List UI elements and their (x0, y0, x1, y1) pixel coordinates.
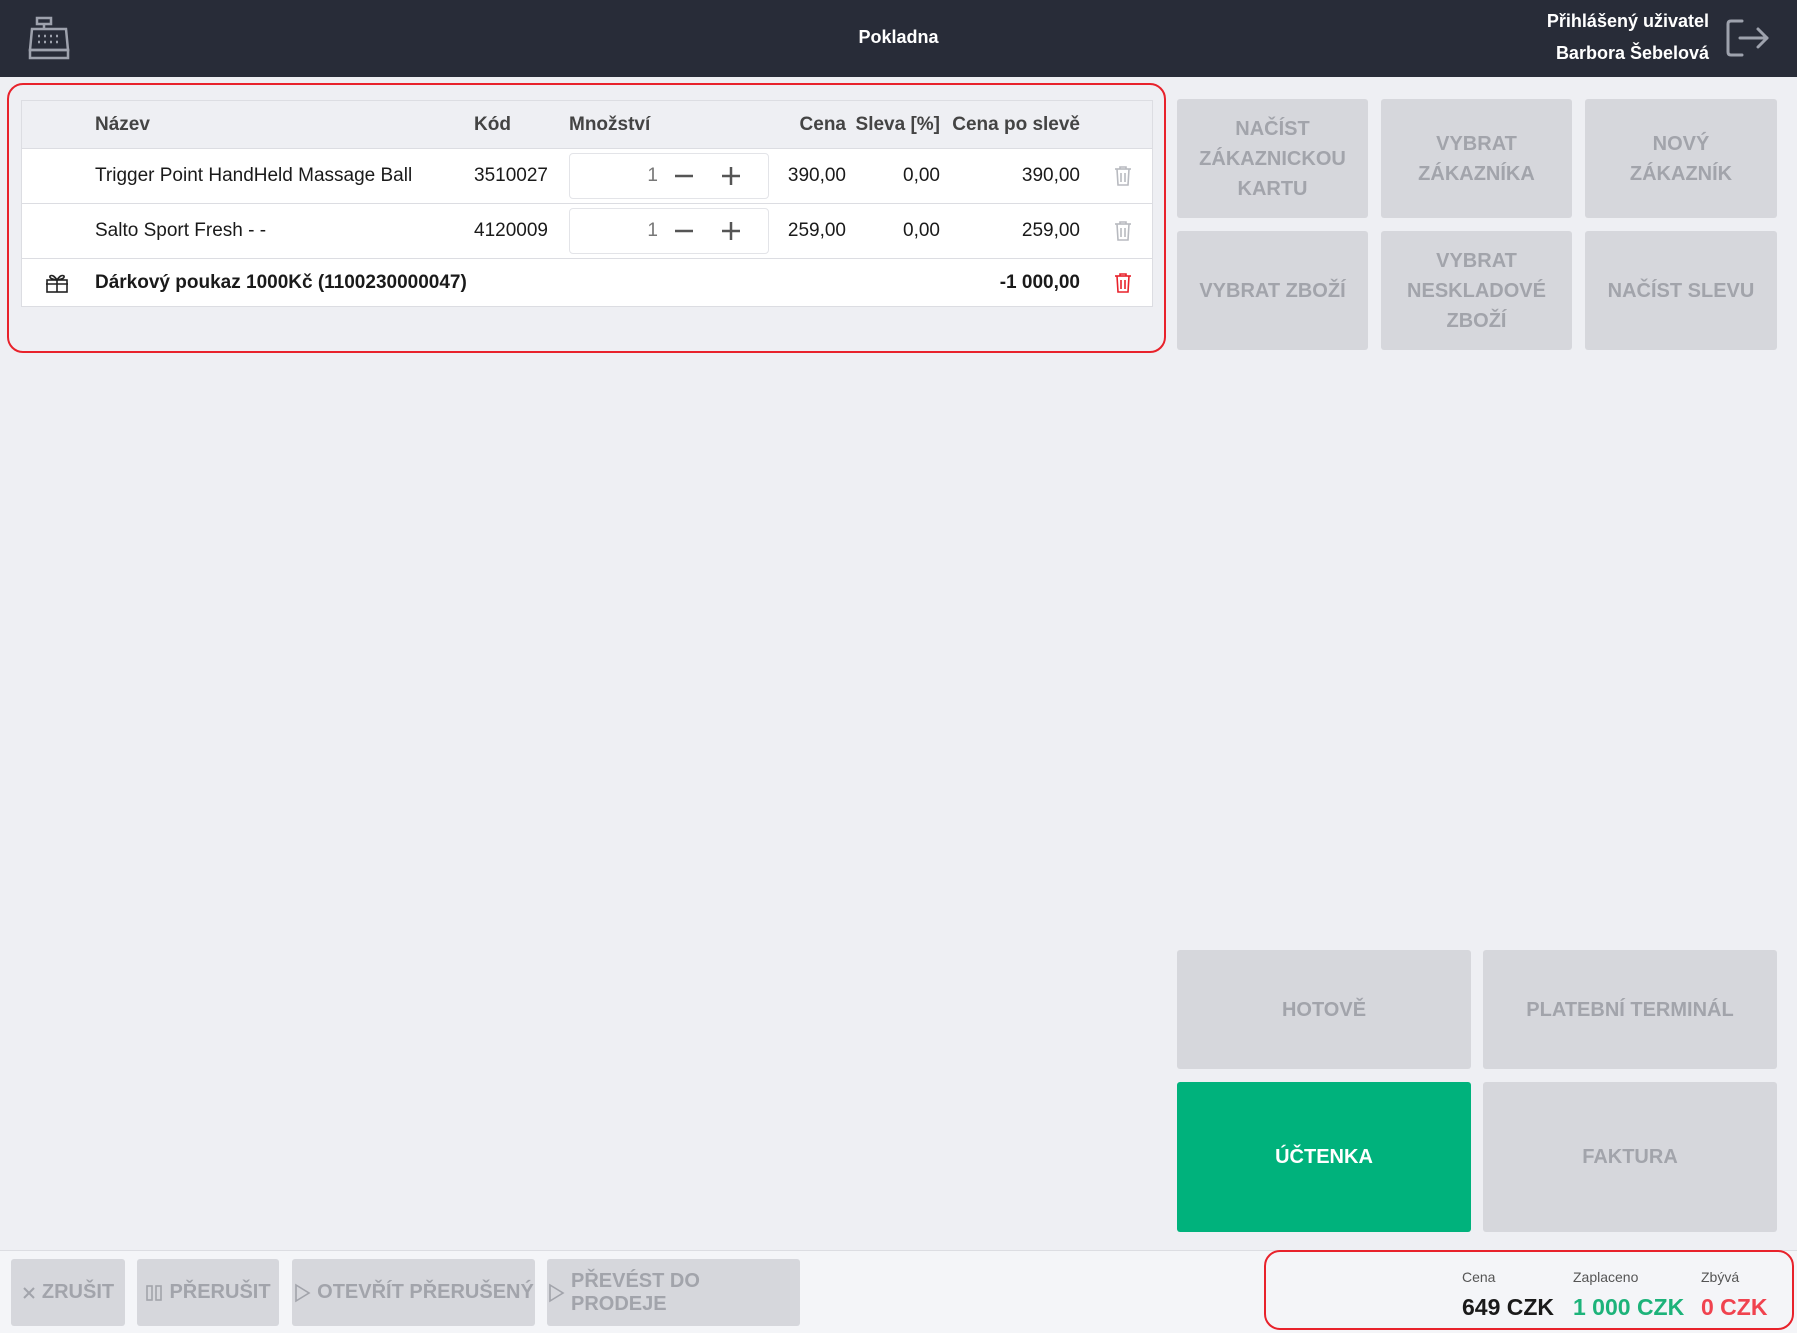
open-paused-label: OTEVŘÍT PŘERUŠENÝ (317, 1281, 534, 1303)
item-name: Trigger Point HandHeld Massage Ball (95, 165, 413, 186)
user-name: Barbora Šebelová (1555, 43, 1709, 63)
play-icon (295, 1283, 311, 1302)
remaining-value: 0 CZK (1701, 1294, 1768, 1320)
item-name: Salto Sport Fresh - - (95, 220, 267, 241)
voucher-name: Dárkový poukaz 1000Kč (1100230000047) (95, 271, 467, 293)
trash-icon (1115, 272, 1131, 293)
quantity-input[interactable]: 1 (570, 154, 658, 198)
price-label: Cena (1462, 1269, 1496, 1285)
delete-voucher-button[interactable] (1111, 259, 1135, 306)
new-customer-button[interactable]: Nový zákazník (1585, 99, 1777, 218)
item-price: 259,00 (787, 220, 846, 241)
price-value: 649 CZK (1462, 1294, 1555, 1320)
choose-goods-button[interactable]: Vybrat zboží (1177, 231, 1368, 350)
quantity-stepper: 1 (569, 208, 769, 254)
item-price-after: 390,00 (1021, 165, 1080, 186)
plus-icon[interactable] (719, 164, 743, 188)
invoice-button[interactable]: FAKTURA (1483, 1082, 1777, 1232)
item-price-after: 259,00 (1021, 220, 1080, 241)
cart-highlight: Název Kód Množství Cena Sleva [%] Cena p… (7, 83, 1166, 353)
choose-nonstock-goods-button[interactable]: Vybrat neskladové zboží (1381, 231, 1572, 350)
app-header: Pokladna Přihlášený uživatel Barbora Šeb… (0, 0, 1797, 77)
cancel-button[interactable]: ZRUŠIT (11, 1259, 125, 1326)
trash-icon (1115, 166, 1131, 186)
table-row: Salto Sport Fresh - - 4120009 1 259,00 0… (22, 204, 1152, 259)
voucher-row: Dárkový poukaz 1000Kč (1100230000047) -1… (22, 259, 1152, 306)
paid-label: Zaplaceno (1573, 1269, 1639, 1285)
minus-icon[interactable] (672, 164, 696, 188)
choose-customer-button[interactable]: Vybrat zákazníka (1381, 99, 1572, 218)
open-paused-button[interactable]: OTEVŘÍT PŘERUŠENÝ (292, 1259, 535, 1326)
voucher-amount: -1 000,00 (999, 271, 1080, 293)
minus-icon[interactable] (672, 219, 696, 243)
cart-table: Název Kód Množství Cena Sleva [%] Cena p… (21, 100, 1153, 307)
payment-terminal-button[interactable]: PLATEBNÍ TERMINÁL (1483, 950, 1777, 1069)
receipt-button[interactable]: ÚČTENKA (1177, 1082, 1471, 1232)
quantity-input[interactable]: 1 (570, 209, 658, 253)
page-title: Pokladna (858, 27, 939, 47)
gift-icon (46, 274, 68, 293)
item-discount: 0,00 (903, 220, 940, 241)
delete-button[interactable] (1111, 204, 1135, 258)
column-name: Název (95, 113, 150, 135)
user-caption: Přihlášený uživatel (1546, 11, 1709, 31)
column-discount: Sleva [%] (855, 113, 940, 135)
close-icon (23, 1286, 35, 1299)
convert-label: PŘEVÉST DO PRODEJE (571, 1269, 700, 1315)
table-row: Trigger Point HandHeld Massage Ball 3510… (22, 149, 1152, 204)
trash-icon (1115, 221, 1131, 241)
delete-button[interactable] (1111, 149, 1135, 203)
play-icon (549, 1283, 565, 1302)
column-price: Cena (799, 113, 846, 135)
paid-value: 1 000 CZK (1573, 1294, 1685, 1320)
load-discount-button[interactable]: Načíst slevu (1585, 231, 1777, 350)
cash-button[interactable]: HOTOVĚ (1177, 950, 1471, 1069)
quantity-stepper: 1 (569, 153, 769, 199)
item-code: 3510027 (474, 165, 548, 186)
table-header: Název Kód Množství Cena Sleva [%] Cena p… (22, 101, 1152, 149)
logout-icon[interactable] (1725, 18, 1771, 58)
item-price: 390,00 (787, 165, 846, 186)
column-code: Kód (474, 113, 511, 135)
cancel-label: ZRUŠIT (41, 1281, 115, 1303)
column-price-after-discount: Cena po slevě (952, 113, 1080, 135)
column-quantity: Množství (569, 113, 651, 135)
pause-icon (146, 1284, 163, 1301)
item-code: 4120009 (474, 220, 548, 241)
convert-to-sale-button[interactable]: PŘEVÉST DO PRODEJE (547, 1259, 800, 1326)
pause-label: PŘERUŠIT (169, 1281, 271, 1303)
item-discount: 0,00 (903, 165, 940, 186)
voucher-icon-cell (22, 259, 92, 306)
pause-button[interactable]: PŘERUŠIT (137, 1259, 279, 1326)
remaining-label: Zbývá (1701, 1269, 1740, 1285)
totals-panel: Cena 649 CZK Zaplaceno 1 000 CZK Zbývá 0… (1264, 1250, 1794, 1330)
load-customer-card-button[interactable]: Načíst zákaznickou kartu (1177, 99, 1368, 218)
plus-icon[interactable] (719, 219, 743, 243)
